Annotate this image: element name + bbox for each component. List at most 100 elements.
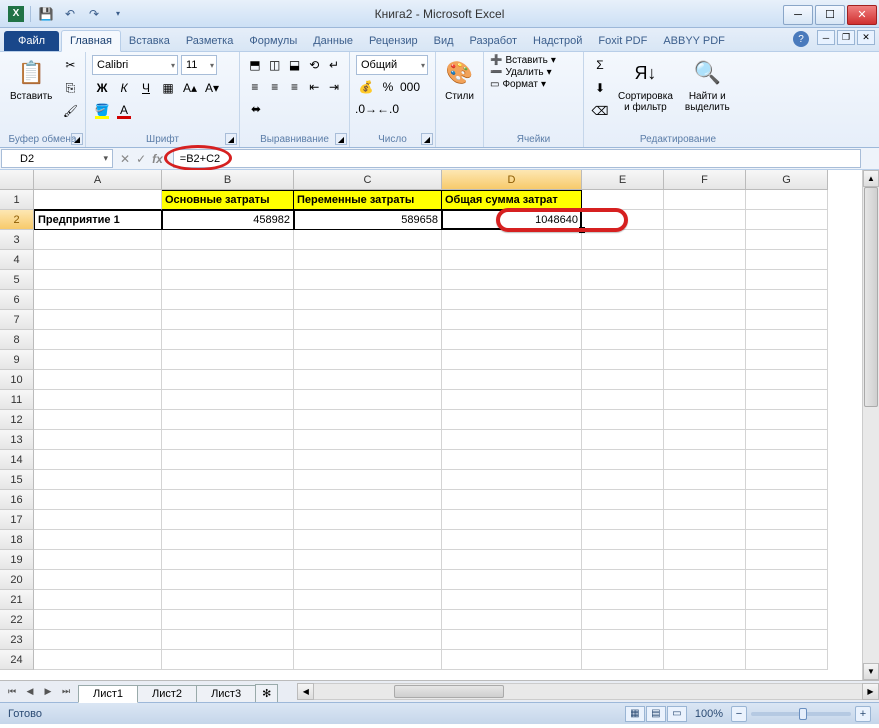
cell-B9[interactable] <box>162 350 294 370</box>
cell-D24[interactable] <box>442 650 582 670</box>
cell-C13[interactable] <box>294 430 442 450</box>
cell-F2[interactable] <box>664 210 746 230</box>
cell-F22[interactable] <box>664 610 746 630</box>
cell-D5[interactable] <box>442 270 582 290</box>
column-header-G[interactable]: G <box>746 170 828 190</box>
cell-C15[interactable] <box>294 470 442 490</box>
column-header-B[interactable]: B <box>162 170 294 190</box>
cell-A18[interactable] <box>34 530 162 550</box>
horizontal-scroll-track[interactable] <box>314 683 862 700</box>
cell-A1[interactable] <box>34 190 162 210</box>
cell-C3[interactable] <box>294 230 442 250</box>
fill-handle[interactable] <box>579 227 585 233</box>
cell-B8[interactable] <box>162 330 294 350</box>
delete-cells-button[interactable]: ➖Удалить ▾ <box>490 67 577 78</box>
cell-B5[interactable] <box>162 270 294 290</box>
cell-F4[interactable] <box>664 250 746 270</box>
sheet-tab-2[interactable]: Лист2 <box>137 685 197 702</box>
cell-D20[interactable] <box>442 570 582 590</box>
column-header-E[interactable]: E <box>582 170 664 190</box>
cell-G8[interactable] <box>746 330 828 350</box>
decrease-decimal-icon[interactable]: ←.0 <box>378 99 398 119</box>
cell-E18[interactable] <box>582 530 664 550</box>
cell-A6[interactable] <box>34 290 162 310</box>
cell-E12[interactable] <box>582 410 664 430</box>
horizontal-scrollbar[interactable]: ◀ ▶ <box>297 681 879 702</box>
cell-B6[interactable] <box>162 290 294 310</box>
row-header-16[interactable]: 16 <box>0 490 34 510</box>
cell-E1[interactable] <box>582 190 664 210</box>
cell-E16[interactable] <box>582 490 664 510</box>
cell-A20[interactable] <box>34 570 162 590</box>
cell-G15[interactable] <box>746 470 828 490</box>
cell-G17[interactable] <box>746 510 828 530</box>
align-middle-icon[interactable]: ◫ <box>266 55 284 75</box>
help-icon[interactable]: ? <box>793 31 809 47</box>
cell-D21[interactable] <box>442 590 582 610</box>
sort-filter-button[interactable]: Я↓ Сортировка и фильтр <box>614 55 677 121</box>
row-header-5[interactable]: 5 <box>0 270 34 290</box>
italic-button[interactable]: К <box>114 78 134 98</box>
tab-formulas[interactable]: Формулы <box>241 31 305 51</box>
row-header-15[interactable]: 15 <box>0 470 34 490</box>
cell-B12[interactable] <box>162 410 294 430</box>
cell-F13[interactable] <box>664 430 746 450</box>
cell-G20[interactable] <box>746 570 828 590</box>
cell-E4[interactable] <box>582 250 664 270</box>
cell-E14[interactable] <box>582 450 664 470</box>
cell-A4[interactable] <box>34 250 162 270</box>
accounting-format-icon[interactable]: 💰 <box>356 77 376 97</box>
cell-B14[interactable] <box>162 450 294 470</box>
cell-G9[interactable] <box>746 350 828 370</box>
cell-C1[interactable]: Переменные затраты <box>294 190 442 210</box>
font-family-combo[interactable]: Calibri <box>92 55 178 75</box>
tab-data[interactable]: Данные <box>305 31 361 51</box>
cell-E7[interactable] <box>582 310 664 330</box>
cell-A19[interactable] <box>34 550 162 570</box>
scroll-down-button[interactable]: ▼ <box>863 663 879 680</box>
cell-B22[interactable] <box>162 610 294 630</box>
cut-icon[interactable]: ✂ <box>60 55 80 75</box>
align-left-icon[interactable]: ≡ <box>246 77 264 97</box>
align-top-icon[interactable]: ⬒ <box>246 55 264 75</box>
cell-E2[interactable] <box>582 210 664 230</box>
cell-A3[interactable] <box>34 230 162 250</box>
cell-D9[interactable] <box>442 350 582 370</box>
cell-C2[interactable]: 589658 <box>294 210 442 230</box>
cell-B11[interactable] <box>162 390 294 410</box>
cell-C8[interactable] <box>294 330 442 350</box>
cell-E3[interactable] <box>582 230 664 250</box>
sheet-next-button[interactable]: ▶ <box>40 684 56 700</box>
find-select-button[interactable]: 🔍 Найти и выделить <box>681 55 734 121</box>
cell-G6[interactable] <box>746 290 828 310</box>
cell-B18[interactable] <box>162 530 294 550</box>
row-header-12[interactable]: 12 <box>0 410 34 430</box>
cell-B16[interactable] <box>162 490 294 510</box>
column-header-D[interactable]: D <box>442 170 582 190</box>
zoom-thumb[interactable] <box>799 708 807 720</box>
cell-B10[interactable] <box>162 370 294 390</box>
fx-icon[interactable]: fx <box>152 152 167 166</box>
cell-G2[interactable] <box>746 210 828 230</box>
cell-F15[interactable] <box>664 470 746 490</box>
row-header-20[interactable]: 20 <box>0 570 34 590</box>
cell-F12[interactable] <box>664 410 746 430</box>
tab-abbyy[interactable]: ABBYY PDF <box>655 31 733 51</box>
decrease-font-icon[interactable]: A▾ <box>202 78 222 98</box>
sheet-last-button[interactable]: ⏭ <box>58 684 74 700</box>
increase-font-icon[interactable]: A▴ <box>180 78 200 98</box>
cell-D6[interactable] <box>442 290 582 310</box>
merge-center-button[interactable]: ⬌ <box>246 99 266 119</box>
cell-E13[interactable] <box>582 430 664 450</box>
cell-G16[interactable] <box>746 490 828 510</box>
cell-B20[interactable] <box>162 570 294 590</box>
zoom-track[interactable] <box>751 712 851 716</box>
cell-D15[interactable] <box>442 470 582 490</box>
maximize-button[interactable]: ☐ <box>815 5 845 25</box>
cell-F7[interactable] <box>664 310 746 330</box>
cell-G14[interactable] <box>746 450 828 470</box>
row-header-7[interactable]: 7 <box>0 310 34 330</box>
row-header-1[interactable]: 1 <box>0 190 34 210</box>
orientation-icon[interactable]: ⟲ <box>305 55 323 75</box>
cell-C4[interactable] <box>294 250 442 270</box>
